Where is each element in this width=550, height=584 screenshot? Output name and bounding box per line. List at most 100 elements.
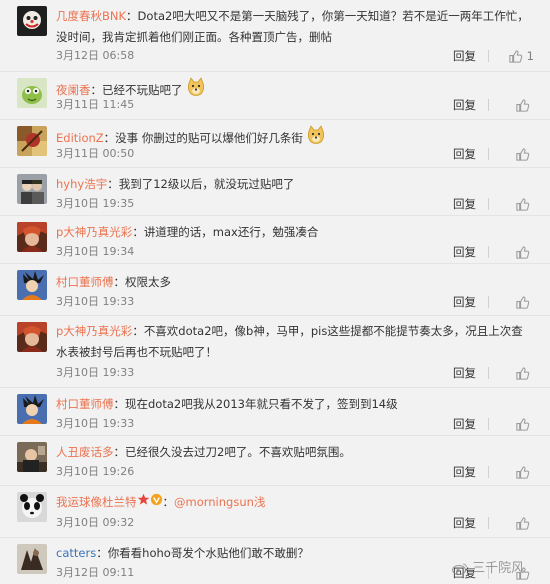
avatar[interactable] [17,78,47,108]
comment-body: 村口董师傅：现在dota2吧我从2013年就只看不发了，签到到14级 [56,394,534,415]
comment-footer: 3月11日 00:50 回复 [56,146,534,162]
thumbs-up-icon [516,465,530,479]
thumbs-up-icon [516,147,530,161]
colon: ： [90,83,103,97]
comment-text: 我到了12级以后，就没玩过贴吧了 [118,177,295,191]
thumbs-up-icon [509,49,522,63]
avatar[interactable] [17,174,47,204]
comment-item: 人丑废话多：已经很久没去过刀2吧了。不喜欢贴吧氛围。 3月10日 19:26 回… [0,436,550,486]
divider [488,296,489,308]
like-button[interactable] [515,97,534,113]
username-link[interactable]: catters [56,546,96,560]
watermark-text: 三千院风 [472,561,525,576]
comment-item: p大神乃真光彩：讲道理的话，max还行，勉强凑合 3月10日 19:34 回复 [0,216,550,264]
colon: ： [132,324,144,338]
comment-time: 3月10日 19:26 [56,465,135,478]
avatar[interactable] [17,394,47,424]
thumbs-up-icon [516,197,530,211]
comment-time: 3月11日 11:45 [56,98,135,111]
like-button[interactable] [515,365,534,381]
comment-body: 几度春秋BNK：Dota2吧大吧又不是第一天脑残了，你第一天知道？若不是近一两年… [56,6,534,48]
reply-button[interactable]: 回复 [453,515,476,531]
like-button[interactable] [515,294,534,310]
comment-text: 讲道理的话，max还行，勉强凑合 [143,225,319,239]
thumbs-up-icon [516,98,530,112]
divider [488,246,489,258]
avatar[interactable] [17,222,47,252]
divider [488,517,489,529]
username-link[interactable]: EditionZ [56,131,104,145]
like-button[interactable] [515,146,534,162]
like-count: 1 [526,49,534,63]
comment-body: 村口董师傅：权限太多 [56,272,534,293]
thumbs-up-icon [516,245,530,259]
username-link[interactable]: hyhy浩宇 [56,177,107,191]
comment-item: hyhy浩宇：我到了12级以后，就没玩过贴吧了 3月10日 19:35 回复 [0,168,550,216]
avatar[interactable] [17,270,47,300]
comment-text: 已经很久没去过刀2吧了。不喜欢贴吧氛围。 [125,445,351,459]
avatar[interactable] [17,442,47,472]
comment-body: p大神乃真光彩：不喜欢dota2吧，像b神，马甲，pis这些提都不能提节奏太多，… [56,321,534,363]
reply-button[interactable]: 回复 [453,97,476,113]
comment-footer: 3月10日 19:34 回复 [56,244,534,260]
comment-footer: 3月12日 06:58 回复 1 [56,48,534,64]
thumbs-up-icon [516,417,530,431]
comment-body: 人丑废话多：已经很久没去过刀2吧了。不喜欢贴吧氛围。 [56,442,534,463]
divider [488,50,489,62]
like-button[interactable] [515,244,534,260]
thumbs-up-icon [516,366,530,380]
avatar[interactable] [17,6,47,36]
reply-button[interactable]: 回复 [453,294,476,310]
username-link[interactable]: 几度春秋BNK [56,9,126,23]
like-button[interactable] [515,416,534,432]
reply-button[interactable]: 回复 [453,464,476,480]
comment-time: 3月10日 19:35 [56,197,135,210]
reply-button[interactable]: 回复 [453,146,476,162]
reply-button[interactable]: 回复 [453,416,476,432]
username-link[interactable]: p大神乃真光彩 [56,225,132,239]
reply-button[interactable]: 回复 [453,244,476,260]
comment-item: p大神乃真光彩：不喜欢dota2吧，像b神，马甲，pis这些提都不能提节奏太多，… [0,316,550,388]
comment-time: 3月10日 19:33 [56,295,135,308]
colon: ： [162,495,175,509]
comment-footer: 3月11日 11:45 回复 [56,97,534,113]
mention-link[interactable]: @morningsun浅 [174,495,265,509]
avatar[interactable] [17,322,47,352]
colon: ： [103,131,116,145]
comment-footer: 3月10日 19:35 回复 [56,196,534,212]
thumbs-up-icon [516,295,530,309]
reply-button[interactable]: 回复 [453,196,476,212]
like-button[interactable] [515,196,534,212]
username-link[interactable]: 村口董师傅 [56,397,114,411]
comment-time: 3月10日 19:33 [56,366,135,379]
divider [488,466,489,478]
reply-button[interactable]: 回复 [453,48,476,64]
reply-button[interactable]: 回复 [453,365,476,381]
avatar[interactable] [17,126,47,156]
comment-time: 3月11日 00:50 [56,147,135,160]
colon: ： [113,397,126,411]
avatar[interactable] [17,544,47,574]
comment-footer: 3月10日 09:32 回复 [56,515,534,531]
divider [488,148,489,160]
comment-footer: 3月10日 19:33 回复 [56,294,534,310]
avatar[interactable] [17,492,47,522]
username-link[interactable]: p大神乃真光彩 [56,324,132,338]
like-button[interactable] [515,515,534,531]
comment-time: 3月10日 09:32 [56,516,135,529]
divider [488,418,489,430]
like-button[interactable]: 1 [508,48,534,64]
comment-item: 村口董师傅：现在dota2吧我从2013年就只看不发了，签到到14级 3月10日… [0,388,550,436]
colon: ： [132,225,144,239]
username-link[interactable]: 村口董师傅 [56,275,114,289]
username-link[interactable]: 人丑废话多 [56,445,114,459]
comment-text: 已经不玩贴吧了 [102,83,183,97]
like-button[interactable] [515,464,534,480]
comment-footer: 3月10日 19:33 回复 [56,416,534,432]
comment-list: 几度春秋BNK：Dota2吧大吧又不是第一天脑残了，你第一天知道？若不是近一两年… [0,0,550,584]
comment-footer: 3月10日 19:33 回复 [56,365,534,381]
comment-body: p大神乃真光彩：讲道理的话，max还行，勉强凑合 [56,222,534,243]
vip-badge-icon [150,492,163,513]
username-link[interactable]: 夜阑香 [56,83,91,97]
username-link[interactable]: 我运球像杜兰特 [56,495,137,509]
